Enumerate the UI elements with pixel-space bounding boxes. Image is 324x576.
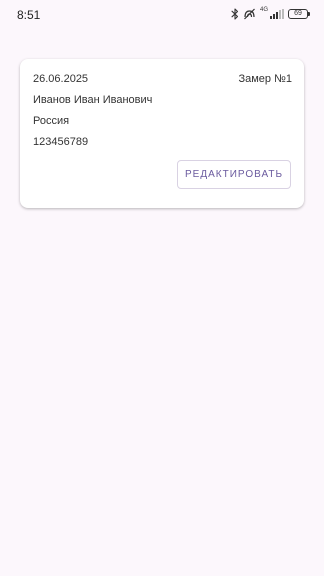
- measurement-card[interactable]: 26.06.2025 Замер №1 Иванов Иван Иванович…: [20, 59, 304, 208]
- network-type: 4G: [259, 7, 268, 13]
- card-phone: 123456789: [33, 136, 89, 148]
- status-bar: 8:51 4G 69: [0, 0, 324, 30]
- status-icons: 4G 69: [231, 7, 310, 20]
- card-measure-number: Замер №1: [238, 73, 292, 85]
- nfc-icon: [243, 8, 256, 20]
- bluetooth-icon: [231, 8, 239, 20]
- status-time: 8:51: [17, 8, 41, 22]
- card-date: 26.06.2025: [33, 73, 89, 85]
- card-country: Россия: [33, 115, 70, 127]
- card-client-name: Иванов Иван Иванович: [33, 94, 153, 106]
- signal-icon: [270, 9, 284, 19]
- battery-icon: 69: [288, 9, 310, 19]
- edit-button[interactable]: РЕДАКТИРОВАТЬ: [177, 160, 291, 189]
